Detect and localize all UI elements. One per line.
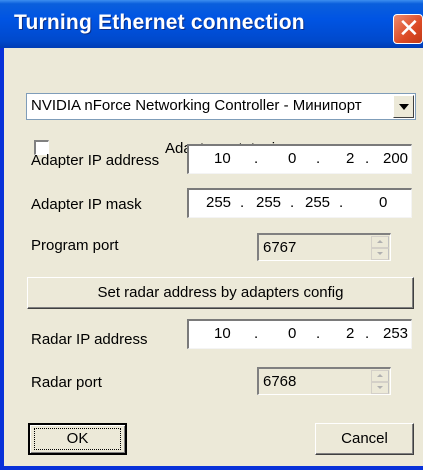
- window-title: Turning Ethernet connection: [14, 11, 305, 34]
- adapter-mask-field[interactable]: 255 . 255 . 255 . 0: [187, 188, 412, 218]
- ok-button[interactable]: OK: [28, 423, 127, 455]
- ip-octet[interactable]: 200: [383, 150, 408, 167]
- ip-octet[interactable]: 255: [256, 194, 281, 211]
- window-frame-bottom: [0, 466, 423, 470]
- ip-dot: .: [254, 150, 259, 167]
- program-port-spinner: 6767: [257, 233, 391, 261]
- ip-octet[interactable]: 255: [305, 194, 330, 211]
- adapter-ip-label: Adapter IP address: [31, 152, 160, 169]
- cancel-button[interactable]: Cancel: [315, 423, 414, 455]
- radar-port-value: 6768: [263, 373, 297, 390]
- program-port-label: Program port: [31, 237, 119, 254]
- ip-octet[interactable]: 0: [379, 194, 387, 211]
- focus-rectangle: [34, 428, 121, 450]
- close-button[interactable]: ✕: [393, 14, 423, 44]
- title-bar[interactable]: Turning Ethernet connection ✕: [0, 0, 423, 48]
- spin-down-icon: [371, 248, 389, 260]
- radar-ip-field[interactable]: 10 . 0 . 2 . 253: [187, 319, 412, 349]
- ip-dot: .: [365, 150, 370, 167]
- spin-up-icon: [371, 236, 389, 248]
- radar-port-label: Radar port: [31, 374, 102, 391]
- ip-octet[interactable]: 10: [214, 150, 231, 167]
- dropdown-arrow-icon[interactable]: [393, 95, 414, 118]
- ip-octet[interactable]: 10: [214, 325, 231, 342]
- ip-dot: .: [316, 325, 321, 342]
- spin-down-icon: [371, 382, 389, 394]
- spin-up-icon: [371, 370, 389, 382]
- adapter-ip-field[interactable]: 10 . 0 . 2 . 200: [187, 144, 412, 174]
- close-icon: ✕: [398, 14, 420, 44]
- ip-octet[interactable]: 253: [383, 325, 408, 342]
- ip-dot: .: [254, 325, 259, 342]
- radar-port-spinner: 6768: [257, 367, 391, 395]
- ip-dot: .: [339, 194, 344, 211]
- ip-octet[interactable]: 2: [346, 325, 354, 342]
- ip-octet[interactable]: 0: [288, 325, 296, 342]
- set-radar-address-button[interactable]: Set radar address by adapters config: [27, 277, 414, 309]
- ip-dot: .: [290, 194, 295, 211]
- program-port-value: 6767: [263, 239, 297, 256]
- ip-dot: .: [240, 194, 245, 211]
- adapter-select[interactable]: NVIDIA nForce Networking Controller - Ми…: [26, 93, 416, 120]
- ip-dot: .: [316, 150, 321, 167]
- ip-dot: .: [365, 325, 370, 342]
- ip-octet[interactable]: 2: [346, 150, 354, 167]
- adapter-mask-label: Adapter IP mask: [31, 196, 142, 213]
- ip-octet[interactable]: 0: [288, 150, 296, 167]
- adapter-select-value: NVIDIA nForce Networking Controller - Ми…: [31, 97, 362, 114]
- ip-octet[interactable]: 255: [206, 194, 231, 211]
- radar-ip-label: Radar IP address: [31, 331, 148, 348]
- dialog-window: Turning Ethernet connection ✕ NVIDIA nFo…: [0, 0, 423, 470]
